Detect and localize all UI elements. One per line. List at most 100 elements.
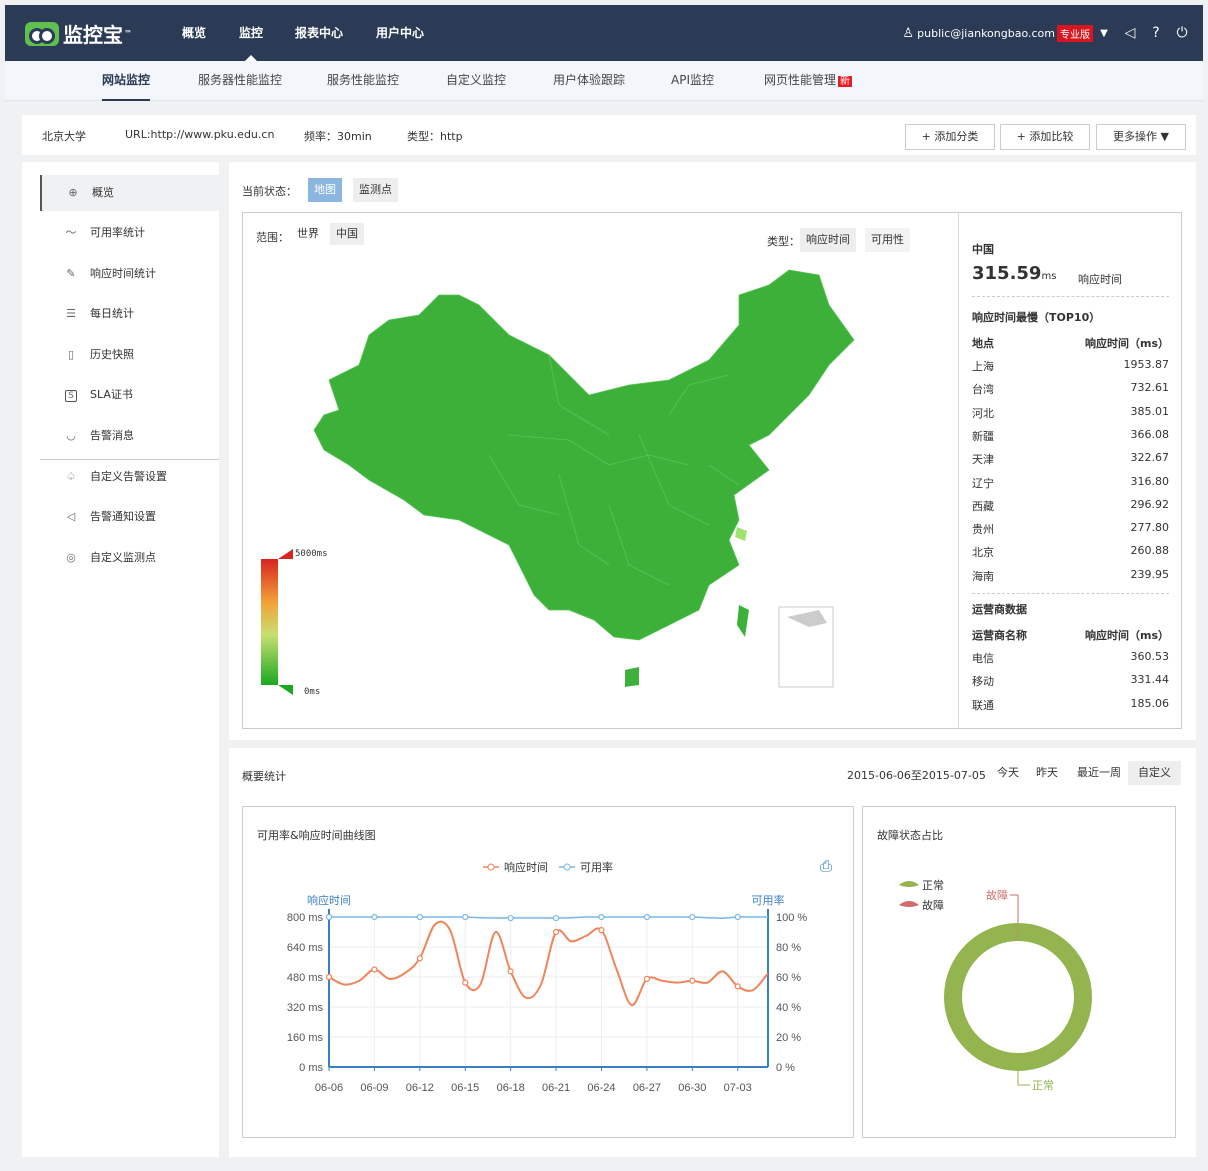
response-unit: ms	[1041, 271, 1057, 282]
slowest-row: 河北 385.01	[972, 405, 1169, 421]
sidebar-item-overview[interactable]: ⊕ 概览	[40, 175, 219, 211]
tab-map[interactable]: 地图	[308, 178, 342, 202]
data-point	[325, 913, 333, 921]
slowest-place: 辽宁	[972, 476, 994, 490]
pro-badge: 专业版	[1057, 24, 1093, 42]
x-tick-label: 06-15	[451, 1082, 479, 1094]
sidebar-item-sla[interactable]: S SLA证书	[40, 377, 219, 413]
type-response-button[interactable]: 响应时间	[800, 228, 856, 252]
y-left-tick-label: 0 ms	[299, 1062, 323, 1074]
y-right-tick-label: 80 %	[776, 942, 801, 954]
data-point	[689, 913, 696, 921]
line-chart[interactable]: 0 ms 160 ms 320 ms 480 ms 640 ms 800 ms 0 % 20 …	[243, 807, 853, 1137]
subnav-service-perf[interactable]: 服务性能监控	[327, 61, 399, 101]
subnav-website-monitor[interactable]: 网站监控	[102, 61, 151, 101]
y-right-tick-label: 100 %	[776, 912, 807, 924]
sidebar-item-custom-points[interactable]: ◎ 自定义监测点	[40, 540, 219, 576]
add-compare-button[interactable]: + 添加比较	[1000, 124, 1090, 150]
shanghai-hot-region	[735, 527, 747, 541]
range-today-button[interactable]: 今天	[989, 761, 1027, 785]
legend-swatch	[899, 881, 919, 887]
slowest-row: 上海 1953.87	[972, 358, 1169, 374]
range-week-button[interactable]: 最近一周	[1069, 761, 1129, 785]
sidebar-item-availability[interactable]: 〜可用率统计	[40, 215, 219, 251]
y-right-tick-label: 20 %	[776, 1032, 801, 1044]
slowest-value: 732.61	[1130, 381, 1170, 395]
sidebar-item-label: 每日统计	[90, 307, 134, 320]
range-yesterday-button[interactable]: 昨天	[1028, 761, 1066, 785]
col-isp: 运营商名称	[972, 629, 1027, 642]
more-actions-button[interactable]: 更多操作 ▼	[1096, 124, 1186, 150]
dropdown-caret-icon[interactable]: ▼	[1095, 28, 1113, 39]
subnav-ux-tracking[interactable]: 用户体验跟踪	[553, 61, 625, 101]
sidebar-item-label: 可用率统计	[90, 226, 145, 239]
y-left-tick-label: 800 ms	[287, 912, 324, 924]
monitor-name: 北京大学	[42, 130, 86, 143]
sidebar-item-alerts[interactable]: ◡ 告警消息	[40, 418, 219, 454]
isp-row: 移动 331.44	[972, 673, 1169, 689]
china-mainland-shape	[313, 269, 855, 641]
data-point	[689, 977, 696, 984]
legend-marker	[487, 863, 495, 871]
isp-place: 联通	[972, 698, 994, 712]
data-point	[643, 913, 650, 921]
slowest-value: 316.80	[1130, 474, 1170, 488]
range-world-button[interactable]: 世界	[291, 223, 325, 245]
slowest-place: 台湾	[972, 383, 994, 397]
range-custom-button[interactable]: 自定义	[1128, 761, 1181, 785]
add-category-button[interactable]: + 添加分类	[905, 124, 995, 150]
isp-row: 联通 185.06	[972, 697, 1169, 713]
status-label: 当前状态：	[242, 185, 297, 198]
legend-min-label: 0ms	[304, 687, 321, 697]
data-point	[507, 914, 514, 922]
x-tick-label: 06-27	[633, 1082, 661, 1094]
sound-icon[interactable]: ◁	[1121, 25, 1139, 41]
topnav-reports[interactable]: 报表中心	[295, 5, 343, 61]
pie-chart[interactable]: 正常故障故障正常	[863, 807, 1175, 1137]
subnav-api-monitor[interactable]: API监控	[671, 61, 714, 101]
sidebar-item-daily[interactable]: ☰ 每日统计	[40, 296, 219, 332]
brand-tm: ™	[124, 29, 132, 38]
topnav-overview[interactable]: 概览	[182, 5, 206, 61]
y-left-tick-label: 480 ms	[287, 972, 324, 984]
sidebar-item-response-time[interactable]: ✎ 响应时间统计	[40, 256, 219, 292]
response-label: 响应时间	[1078, 273, 1122, 286]
user-email[interactable]: public@jiankongbao.com	[917, 27, 1055, 40]
topnav-monitor[interactable]: 监控	[239, 5, 263, 61]
topnav-user-center[interactable]: 用户中心	[376, 5, 424, 61]
y-left-tick-label: 320 ms	[287, 1002, 324, 1014]
summary-title: 概要统计	[242, 770, 286, 783]
sub-navbar: 网站监控 服务器性能监控 服务性能监控 自定义监控 用户体验跟踪 API监控 网…	[5, 61, 1203, 101]
data-point	[507, 968, 514, 975]
data-point	[734, 913, 741, 921]
isp-value: 331.44	[1130, 673, 1170, 687]
legend-max-label: 5000ms	[295, 549, 328, 559]
color-legend	[261, 549, 293, 695]
subnav-page-perf[interactable]: 网页性能管理新	[764, 61, 853, 101]
china-map[interactable]	[309, 265, 869, 695]
sidebar-item-custom-alerts[interactable]: ♤ 自定义告警设置	[40, 459, 219, 495]
subnav-server-perf[interactable]: 服务器性能监控	[198, 61, 282, 101]
type-availability-button[interactable]: 可用性	[865, 228, 910, 252]
data-point	[371, 913, 378, 921]
slowest-value: 239.95	[1130, 567, 1170, 581]
slowest-row: 海南 239.95	[972, 568, 1169, 584]
data-point	[416, 913, 423, 921]
monitor-url: URL:http://www.pku.edu.cn	[125, 128, 275, 141]
brand-logo[interactable]: 监控宝 ™	[25, 19, 132, 48]
sidebar-item-snapshots[interactable]: ▯ 历史快照	[40, 337, 219, 373]
sidebar-item-label: 自定义告警设置	[90, 470, 167, 483]
range-china-button[interactable]: 中国	[330, 223, 364, 245]
slowest-place: 新疆	[972, 429, 994, 443]
tab-monitor-points[interactable]: 监测点	[353, 178, 398, 202]
slowest-title: 响应时间最慢（TOP10）	[972, 311, 1101, 324]
monitor-type: 类型：http	[407, 130, 463, 143]
isp-place: 移动	[972, 675, 994, 689]
sidebar-item-notify-settings[interactable]: ◁ 告警通知设置	[40, 499, 219, 535]
type-label: 类型：	[767, 235, 800, 248]
isp-row: 电信 360.53	[972, 650, 1169, 666]
subnav-custom-monitor[interactable]: 自定义监控	[446, 61, 506, 101]
help-icon[interactable]: ?	[1147, 25, 1165, 41]
power-icon[interactable]: ⏻	[1173, 25, 1191, 41]
trend-icon: 〜	[65, 226, 77, 239]
